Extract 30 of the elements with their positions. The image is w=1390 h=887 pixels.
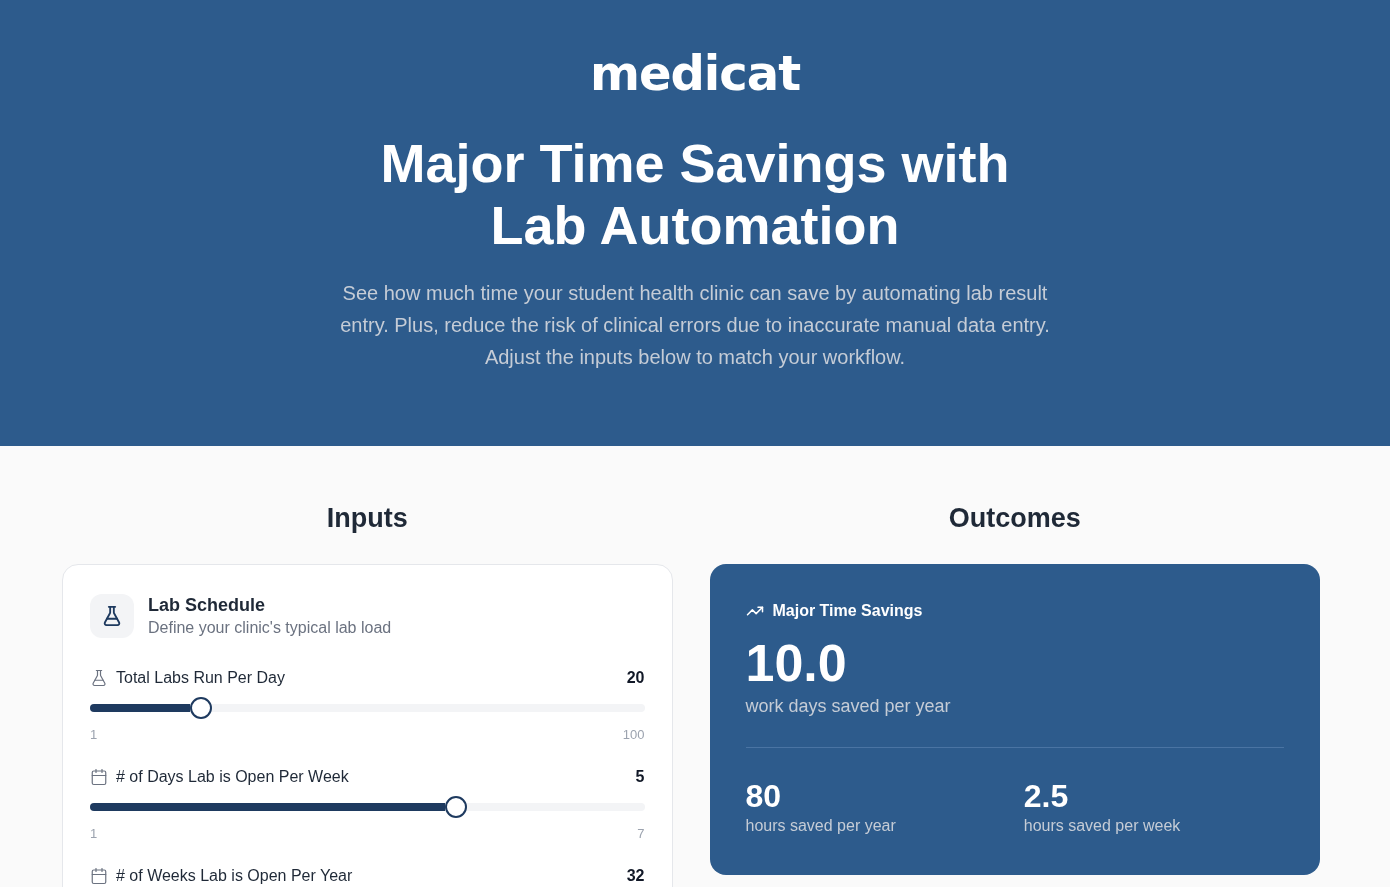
calendar-icon (90, 768, 108, 786)
main-value: 10.0 (745, 633, 848, 693)
section-heading: Inputs (325, 502, 409, 534)
logo: medicat (589, 44, 801, 103)
slider-value: 20 (626, 669, 645, 687)
slider-min: 1 (90, 727, 98, 743)
slider-value: 5 (635, 768, 645, 786)
stat-value: 80 (745, 777, 783, 815)
slider-max: 100 (622, 727, 645, 743)
main-caption: work days saved per year (745, 695, 952, 718)
page-description: See how much time your student health clinic can save by automating lab result entry. Plus, reduce the risk of clinical errors due to inaccurate manual data entry. Adjust the inputs below to match your workflow. (339, 281, 1051, 370)
flask-icon (90, 669, 108, 687)
slider-label: # of Days Lab is Open Per Week (116, 768, 349, 786)
card-title: Lab Schedule (148, 594, 267, 617)
slider-label: Total Labs Run Per Day (116, 669, 285, 687)
slider-value: 32 (626, 867, 645, 885)
calendar-icon (90, 867, 108, 885)
stat-caption: hours saved per year (745, 816, 897, 836)
slider-thumb[interactable] (444, 796, 467, 818)
flask-icon (90, 594, 134, 638)
stat-value: 2.5 (1023, 777, 1070, 815)
stat-caption: hours saved per week (1023, 816, 1182, 836)
page-title: Major Time Savings with Lab Automation (379, 132, 1011, 256)
card-subtitle: Define your clinic's typical lab load (148, 618, 392, 638)
section-heading: Outcomes (947, 502, 1082, 534)
slider-thumb[interactable] (189, 697, 212, 719)
outcome-title: Major Time Savings (772, 601, 923, 621)
slider-min: 1 (90, 826, 98, 842)
slider-label: # of Weeks Lab is Open Per Year (116, 867, 353, 885)
slider-max: 7 (637, 826, 645, 842)
